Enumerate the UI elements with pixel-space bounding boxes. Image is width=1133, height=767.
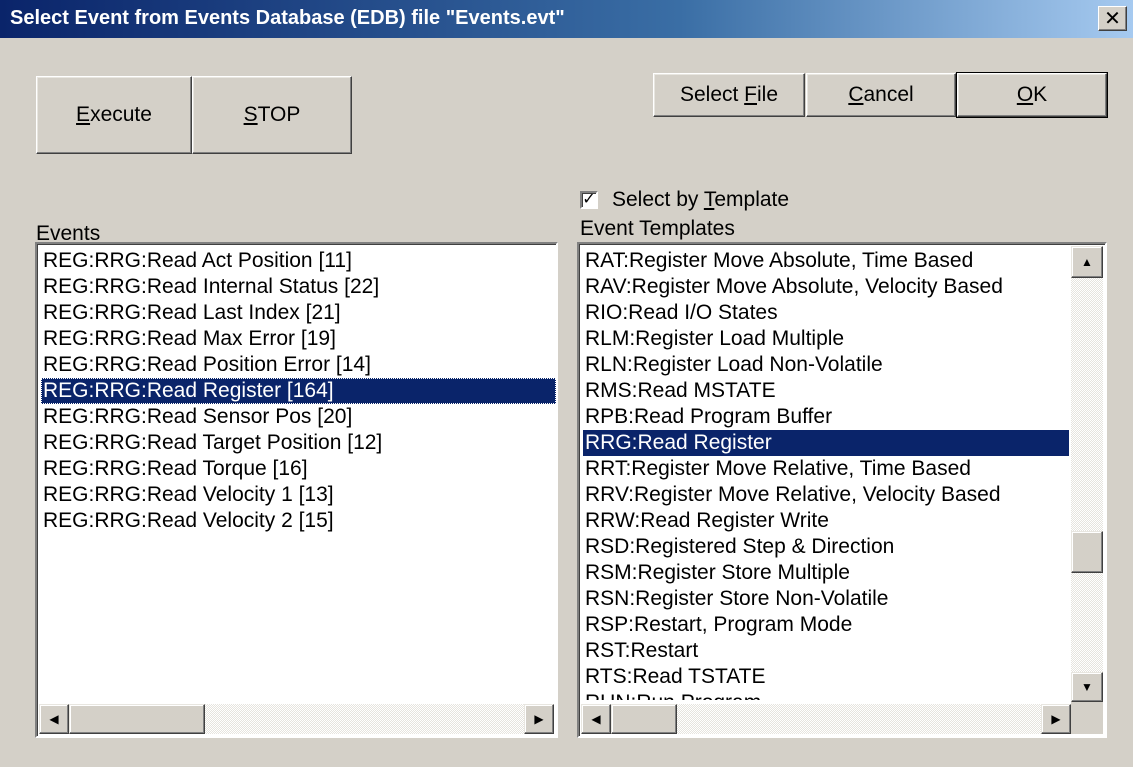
list-item[interactable]: RRW:Read Register Write — [583, 508, 1069, 534]
scrollbar-corner — [1071, 702, 1103, 734]
list-item[interactable]: RLN:Register Load Non-Volatile — [583, 352, 1069, 378]
list-item[interactable]: RST:Restart — [583, 638, 1069, 664]
list-item[interactable]: REG:RRG:Read Max Error [19] — [41, 326, 556, 352]
stop-button[interactable]: STOP — [192, 76, 352, 154]
stop-label: STOP — [243, 103, 301, 126]
list-item[interactable]: RSM:Register Store Multiple — [583, 560, 1069, 586]
templates-items: RAT:Register Move Absolute, Time Based RA… — [583, 248, 1069, 700]
execute-button[interactable]: Execute — [36, 76, 192, 154]
list-item[interactable]: REG:RRG:Read Last Index [21] — [41, 300, 556, 326]
list-item[interactable]: REG:RRG:Read Internal Status [22] — [41, 274, 556, 300]
templates-vertical-thumb[interactable] — [1071, 531, 1103, 574]
list-item[interactable]: RPB:Read Program Buffer — [583, 404, 1069, 430]
list-item[interactable]: RSP:Restart, Program Mode — [583, 612, 1069, 638]
list-item[interactable]: REG:RRG:Read Torque [16] — [41, 456, 556, 482]
templates-scroll-right-button[interactable]: ▶ — [1041, 704, 1071, 734]
events-list[interactable]: REG:RRG:Read Act Position [11] REG:RRG:Re… — [35, 242, 558, 738]
scroll-up-icon: ▲ — [1081, 255, 1093, 269]
cancel-label: Cancel — [848, 83, 914, 106]
select-by-template-label[interactable]: Select by Template — [612, 188, 789, 212]
checkmark-icon: ✓ — [582, 191, 596, 208]
templates-scroll-up-button[interactable]: ▲ — [1071, 246, 1103, 278]
list-item[interactable]: RSN:Register Store Non-Volatile — [583, 586, 1069, 612]
list-item[interactable]: REG:RRG:Read Register [164] — [41, 378, 556, 404]
events-scroll-right-button[interactable]: ▶ — [524, 704, 554, 734]
list-item[interactable]: REG:RRG:Read Sensor Pos [20] — [41, 404, 556, 430]
list-item[interactable]: RAT:Register Move Absolute, Time Based — [583, 248, 1069, 274]
close-button[interactable]: ✕ — [1098, 6, 1127, 31]
events-scroll-left-button[interactable]: ◀ — [39, 704, 69, 734]
scroll-down-icon: ▼ — [1081, 680, 1093, 694]
scroll-left-icon: ◀ — [49, 712, 59, 726]
list-item[interactable]: RLM:Register Load Multiple — [583, 326, 1069, 352]
event-templates-list[interactable]: RAT:Register Move Absolute, Time Based RA… — [577, 242, 1107, 738]
events-horizontal-thumb[interactable] — [69, 704, 205, 734]
scroll-right-icon: ▶ — [1051, 712, 1061, 726]
select-file-button[interactable]: Select File — [653, 73, 805, 117]
list-item[interactable]: REG:RRG:Read Velocity 1 [13] — [41, 482, 556, 508]
cancel-button[interactable]: Cancel — [806, 73, 956, 117]
title-bar: Select Event from Events Database (EDB) … — [0, 0, 1133, 38]
list-item[interactable]: RTS:Read TSTATE — [583, 664, 1069, 690]
events-items: REG:RRG:Read Act Position [11] REG:RRG:Re… — [41, 248, 556, 700]
templates-vertical-scrollbar[interactable] — [1071, 246, 1103, 702]
list-item[interactable]: REG:RRG:Read Target Position [12] — [41, 430, 556, 456]
execute-label: Execute — [76, 103, 152, 126]
templates-scroll-down-button[interactable]: ▼ — [1071, 672, 1103, 702]
scroll-left-icon: ◀ — [591, 712, 601, 726]
select-by-template-checkbox[interactable]: ✓ — [580, 191, 598, 209]
close-icon: ✕ — [1104, 7, 1121, 30]
scroll-right-icon: ▶ — [534, 712, 544, 726]
window-title: Select Event from Events Database (EDB) … — [10, 7, 565, 29]
list-item[interactable]: RUN:Run Program — [583, 690, 1069, 700]
event-templates-label: Event Templates — [580, 217, 735, 240]
list-item[interactable]: REG:RRG:Read Velocity 2 [15] — [41, 508, 556, 534]
templates-horizontal-thumb[interactable] — [611, 704, 677, 734]
select-file-label: Select File — [679, 83, 779, 106]
list-item[interactable]: RRT:Register Move Relative, Time Based — [583, 456, 1069, 482]
list-item[interactable]: RMS:Read MSTATE — [583, 378, 1069, 404]
list-item[interactable]: RSD:Registered Step & Direction — [583, 534, 1069, 560]
ok-label: OK — [1016, 83, 1048, 106]
list-item[interactable]: RIO:Read I/O States — [583, 300, 1069, 326]
list-item[interactable]: RAV:Register Move Absolute, Velocity Bas… — [583, 274, 1069, 300]
list-item[interactable]: RRG:Read Register — [583, 430, 1069, 456]
list-item[interactable]: RRV:Register Move Relative, Velocity Bas… — [583, 482, 1069, 508]
ok-button[interactable]: OK — [956, 72, 1108, 118]
templates-scroll-left-button[interactable]: ◀ — [581, 704, 611, 734]
list-item[interactable]: REG:RRG:Read Act Position [11] — [41, 248, 556, 274]
list-item[interactable]: REG:RRG:Read Position Error [14] — [41, 352, 556, 378]
